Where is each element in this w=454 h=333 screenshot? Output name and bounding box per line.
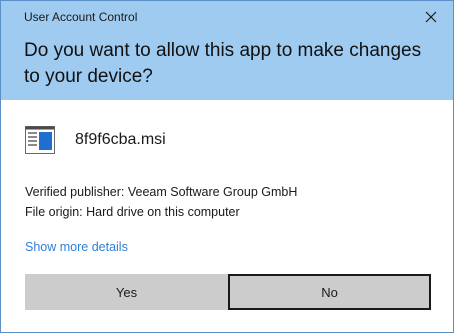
app-row: 8f9f6cba.msi (25, 125, 166, 155)
uac-dialog: User Account Control Do you want to allo… (0, 0, 454, 333)
file-origin: File origin: Hard drive on this computer (25, 205, 240, 219)
close-icon (425, 11, 437, 23)
window-title: User Account Control (24, 10, 138, 24)
close-button[interactable] (421, 7, 441, 27)
no-button[interactable]: No (228, 274, 431, 310)
show-more-details-link[interactable]: Show more details (25, 240, 128, 254)
dialog-header: User Account Control Do you want to allo… (1, 1, 453, 100)
app-name: 8f9f6cba.msi (75, 131, 166, 148)
verified-publisher: Verified publisher: Veeam Software Group… (25, 185, 298, 199)
publisher-info: Verified publisher: Veeam Software Group… (25, 182, 297, 222)
uac-question: Do you want to allow this app to make ch… (24, 40, 422, 87)
yes-button[interactable]: Yes (25, 274, 228, 310)
installer-package-icon (25, 126, 55, 154)
